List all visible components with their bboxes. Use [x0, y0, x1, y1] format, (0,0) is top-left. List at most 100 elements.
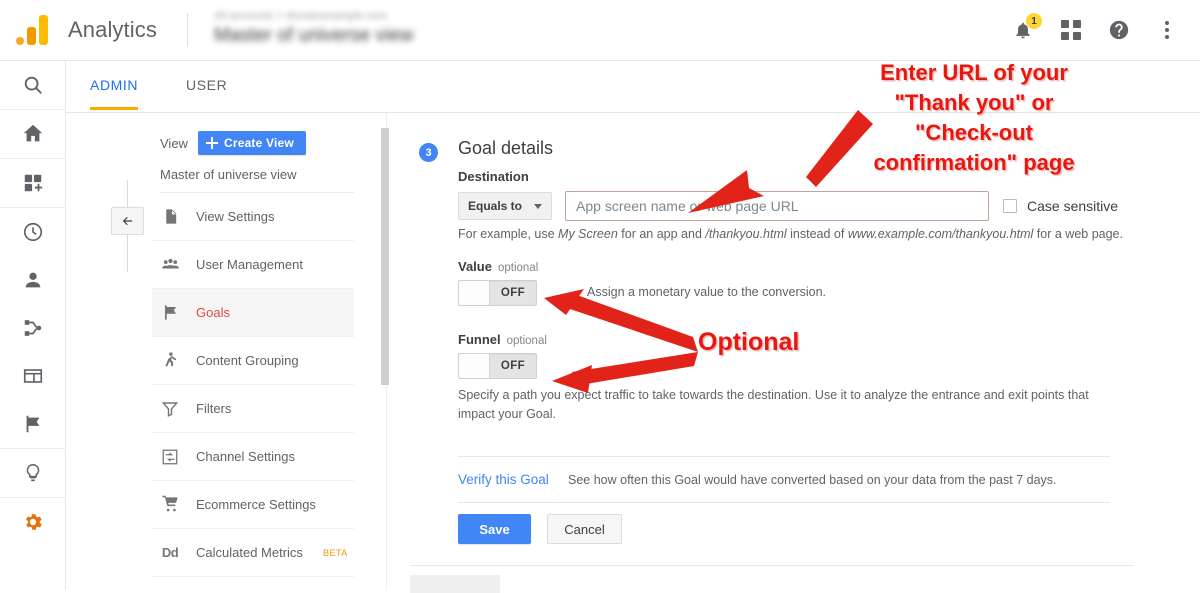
nav-item-channel-settings[interactable]: Channel Settings: [152, 433, 354, 481]
rail-item-acquisition[interactable]: [0, 304, 65, 352]
help-icon[interactable]: [1106, 17, 1132, 43]
annotation-line: confirmation" page: [873, 150, 1075, 175]
verify-goal-link[interactable]: Verify this Goal: [458, 472, 549, 487]
hint-part: instead of: [786, 227, 848, 241]
funnel-label-text: Funnel: [458, 332, 501, 347]
annotation-url-note: Enter URL of your "Thank you" or "Check-…: [824, 58, 1124, 178]
top-bar: Analytics All accounts > domainexample.c…: [0, 0, 1200, 61]
rail-item-discover[interactable]: [0, 449, 65, 497]
analytics-logo-icon: [16, 15, 50, 45]
match-type-select[interactable]: Equals to: [458, 192, 553, 220]
rail-item-admin[interactable]: [0, 498, 65, 546]
nav-item-content-grouping[interactable]: Content Grouping: [152, 337, 354, 385]
bell-icon[interactable]: 1: [1010, 13, 1042, 43]
rail-item-search[interactable]: [0, 61, 65, 109]
value-label-text: Value: [458, 259, 492, 274]
rail-item-audience[interactable]: [0, 256, 65, 304]
collapse-panel-button[interactable]: [111, 207, 144, 235]
funnel-help-text: Specify a path you expect traffic to tak…: [458, 388, 1089, 421]
checkbox-box[interactable]: [1003, 199, 1018, 213]
flag-icon: [160, 303, 180, 322]
nav-label: Channel Settings: [196, 449, 296, 464]
notification-badge: 1: [1026, 13, 1042, 29]
toggle-state-label: OFF: [500, 360, 526, 372]
nav-label: Goals: [196, 305, 230, 320]
view-label: View: [160, 135, 188, 151]
chevron-down-icon: [534, 203, 543, 209]
footer-placeholder: [410, 575, 500, 593]
value-help-text: Assign a monetary value to the conversio…: [587, 285, 827, 299]
value-label: Value optional: [458, 259, 538, 274]
toggle-knob: [459, 354, 490, 378]
nav-item-calculated-metrics[interactable]: Dd Calculated Metrics BETA: [152, 529, 354, 577]
document-icon: [160, 207, 180, 226]
nav-item-filters[interactable]: Filters: [152, 385, 354, 433]
rail-item-conversions[interactable]: [0, 400, 65, 448]
case-sensitive-checkbox[interactable]: Case sensitive: [1003, 198, 1118, 214]
shopping-cart-icon: [160, 495, 180, 514]
hint-screen: My Screen: [558, 227, 618, 241]
hint-part: For example, use: [458, 227, 559, 241]
beta-badge: BETA: [322, 547, 348, 558]
value-toggle[interactable]: OFF: [458, 280, 537, 306]
annotation-line: "Check-out: [915, 120, 1033, 145]
form-divider: [458, 502, 1110, 503]
funnel-toggle[interactable]: OFF: [458, 353, 537, 379]
save-button[interactable]: Save: [458, 514, 531, 544]
destination-example-hint: For example, use My Screen for an app an…: [458, 227, 1123, 241]
goal-details-form: 3 Goal details Destination Equals to Cas…: [410, 113, 1200, 593]
toggle-state-label: OFF: [500, 287, 526, 299]
account-view-selector[interactable]: All accounts > domainexample.com Master …: [214, 8, 474, 52]
create-view-button[interactable]: Create View: [197, 131, 306, 155]
view-settings-column: View Create View Master of universe view…: [127, 113, 387, 590]
nav-label: Ecommerce Settings: [196, 497, 316, 512]
person-walking-icon: [160, 351, 180, 370]
nav-item-view-settings[interactable]: View Settings: [152, 193, 354, 241]
create-view-label: Create View: [223, 136, 294, 150]
analytics-admin-screen: Analytics All accounts > domainexample.c…: [0, 0, 1200, 593]
view-column-header: View Create View: [127, 113, 386, 155]
nav-item-goals[interactable]: Goals: [152, 289, 354, 337]
rail-item-realtime[interactable]: [0, 208, 65, 256]
hint-url: www.example.com/thankyou.html: [847, 227, 1034, 241]
view-nav-list: View Settings User Management Goals Cont…: [152, 193, 354, 577]
arrow-left-icon: [122, 216, 133, 226]
rail-item-behavior[interactable]: [0, 352, 65, 400]
rail-item-home[interactable]: [0, 110, 65, 158]
funnel-icon: [160, 400, 180, 418]
nav-label: Calculated Metrics: [196, 545, 303, 560]
nav-label: Content Grouping: [196, 353, 299, 368]
left-nav-rail: [0, 61, 66, 590]
toggle-knob: [459, 281, 490, 305]
left-column-scrollbar[interactable]: [381, 128, 389, 385]
destination-label: Destination: [458, 169, 529, 184]
nav-label: View Settings: [196, 209, 275, 224]
verify-goal-help: See how often this Goal would have conve…: [568, 473, 1057, 487]
funnel-optional-tag: optional: [506, 335, 547, 347]
footer-divider: [410, 565, 1134, 566]
people-icon: [160, 255, 180, 274]
annotation-line: Enter URL of your: [880, 60, 1068, 85]
apps-grid-icon[interactable]: [1058, 17, 1084, 43]
tab-admin[interactable]: ADMIN: [90, 77, 139, 110]
match-type-value: Equals to: [468, 199, 523, 213]
selected-view-name: Master of universe view: [160, 167, 354, 193]
plus-icon: [205, 137, 218, 149]
dd-icon: Dd: [161, 545, 179, 560]
destination-url-input[interactable]: [565, 191, 990, 221]
hint-path: /thankyou.html: [705, 227, 787, 241]
current-view-name: Master of universe view: [213, 25, 414, 46]
analytics-logo[interactable]: [0, 15, 66, 45]
header-actions: 1: [1010, 13, 1200, 43]
rail-item-customization[interactable]: [0, 159, 65, 207]
page-title: Goal details: [458, 138, 554, 158]
hint-part: for a web page.: [1033, 227, 1123, 241]
case-sensitive-label: Case sensitive: [1027, 198, 1119, 214]
nav-item-user-management[interactable]: User Management: [152, 241, 354, 289]
cancel-button[interactable]: Cancel: [547, 514, 622, 544]
tab-user[interactable]: USER: [186, 77, 227, 107]
channel-arrows-icon: [160, 448, 180, 466]
overflow-menu-icon[interactable]: [1154, 17, 1180, 43]
form-divider: [458, 456, 1110, 457]
nav-item-ecommerce-settings[interactable]: Ecommerce Settings: [152, 481, 354, 529]
